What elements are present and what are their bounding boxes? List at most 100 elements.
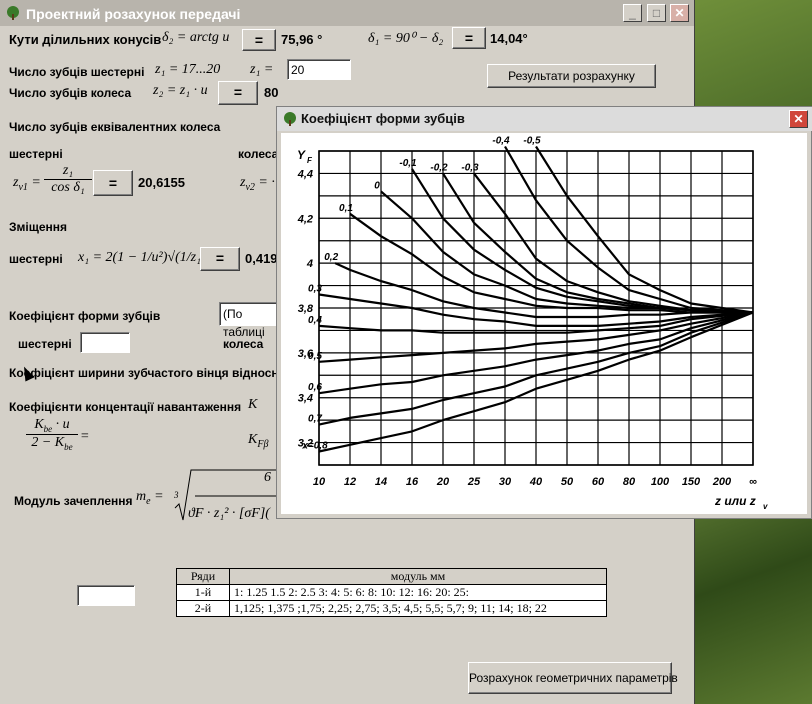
calc-shift-button[interactable]: =	[200, 247, 240, 271]
x-tick-label: 40	[529, 476, 543, 488]
table-header: модуль мм	[229, 568, 607, 585]
minimize-button[interactable]: _	[623, 4, 642, 22]
concentration-label: Коефіцієнти концентації навантаження	[9, 400, 242, 414]
x-tick-label: 150	[682, 476, 701, 488]
calc-wheel-teeth-button[interactable]: =	[218, 81, 258, 105]
series-label: -0,5	[523, 136, 541, 147]
pinion-teeth-label: Число зубців шестерні	[9, 65, 145, 79]
zv1-fraction: z₁ cos δ₁	[44, 163, 92, 196]
form-factor-pinion-input[interactable]	[80, 332, 130, 353]
geometry-button[interactable]: Розрахунок геометричних параметрів	[468, 662, 678, 694]
zv1-value: 20,6155	[138, 175, 185, 190]
x-tick-label: 14	[375, 476, 387, 488]
chart-titlebar: Коефіцієнт форми зубців ✕	[277, 107, 812, 131]
module-table: Ряди модуль мм 1-й 1: 1.25 1.5 2: 2.5 3:…	[176, 568, 607, 617]
x-tick-label: 60	[592, 476, 605, 488]
kfb-symbol: KFβ	[248, 432, 269, 450]
pinion-teeth-eq: z₁ =	[250, 62, 274, 77]
calc-delta2-button[interactable]: =	[242, 29, 276, 51]
x-axis-label-sub: v	[763, 502, 768, 511]
x-tick-label: 20	[436, 476, 450, 488]
pinion-teeth-input[interactable]	[287, 59, 351, 80]
maximize-button[interactable]: □	[647, 4, 666, 22]
x-tick-label: 10	[313, 476, 326, 488]
series-line	[473, 172, 754, 314]
y-tick-label: 3,4	[298, 393, 313, 405]
series-label: 0,6	[308, 382, 322, 393]
form-factor-label: Коефіцієнт форми зубців	[9, 309, 161, 323]
x-tick-label: 80	[623, 476, 636, 488]
module-label: Модуль зачеплення	[14, 494, 133, 508]
delta2-formula: δ₂ = arctg u	[162, 30, 230, 45]
series-label: -0,1	[399, 158, 417, 169]
form-factor-dropdown[interactable]: (По таблиці	[219, 302, 279, 339]
x-tick-label: ∞	[749, 476, 757, 488]
y-tick-label: 4,2	[297, 213, 313, 225]
main-titlebar: Проектний розахунок передачі _ □ ✕	[0, 0, 694, 26]
series-label: -0,2	[430, 162, 448, 173]
x-tick-label: 30	[499, 476, 512, 488]
form-factor-wheel-label: колеса	[223, 337, 264, 351]
zv2-symbol: zv2 = ·	[240, 175, 275, 193]
series-label: -0,3	[461, 162, 479, 173]
series-label: -0,4	[492, 136, 510, 147]
khb-symbol: K	[248, 397, 258, 412]
y-axis-label-sub: F	[307, 156, 313, 165]
y-axis-label: Y	[297, 148, 306, 162]
cones-label: Кути ділильних конусів	[9, 32, 162, 47]
form-factor-chart: 10 12 14 16 20 25 30 40 50 60 80 100 150 200 ∞3,23,43,…	[297, 136, 768, 511]
x-tick-label: 16	[406, 476, 419, 488]
wheel-teeth-value: 80	[264, 85, 279, 100]
module-denominator: ϑF · z₁² · [σF](	[188, 506, 270, 521]
results-button[interactable]: Результати розрахунку	[487, 64, 656, 88]
equivalent-wheel-label: колеса	[238, 147, 279, 161]
width-coef-label: Коефіцієнт ширини зубчастого вінця відно…	[9, 366, 286, 380]
series-label: 0,1	[339, 203, 353, 214]
form-factor-pinion-label: шестерні	[18, 337, 72, 351]
window-title: Проектний розахунок передачі	[26, 6, 241, 22]
series-label: 0,7	[308, 414, 322, 425]
y-tick-label: 3,8	[298, 303, 314, 315]
wheel-teeth-formula: z₂ = z₁ · u	[153, 83, 208, 98]
series-label: 0,2	[324, 252, 338, 263]
table-row: 2-й 1,125; 1,375 ;1,75; 2,25; 2,75; 3,5;…	[176, 600, 607, 617]
series-label: 0,4	[308, 315, 322, 326]
kbe-fraction: Kbe · u 2 − Kbe	[26, 417, 78, 452]
shift-pinion-label: шестерні	[9, 252, 63, 266]
series-label: 0	[374, 180, 380, 191]
delta1-value: 14,04°	[490, 31, 528, 46]
series-label: 0,5	[308, 351, 322, 362]
module-numerator: 6	[264, 470, 271, 485]
x-axis-label: z или z	[714, 494, 756, 508]
chart-window-title: Коефіцієнт форми зубців	[301, 111, 465, 126]
equivalent-pinion-label: шестерні	[9, 147, 63, 161]
x-tick-label: 25	[467, 476, 481, 488]
chart-area: 10 12 14 16 20 25 30 40 50 60 80 100 150 200 ∞ 3,2 3,4 3,…	[281, 133, 807, 514]
app-icon	[284, 112, 296, 126]
wheel-teeth-label: Число зубців колеса	[9, 86, 132, 100]
calc-zv1-button[interactable]: =	[93, 170, 133, 196]
x-tick-label: 200	[712, 476, 732, 488]
x-tick-label: 100	[651, 476, 670, 488]
series-label: x=0,8	[301, 441, 328, 452]
zv1-symbol: zv1 =	[13, 175, 41, 193]
chart-close-button[interactable]: ✕	[789, 110, 808, 128]
kbe-eq: =	[80, 429, 90, 444]
table-header: Ряди	[176, 568, 230, 585]
module-formula-lhs: me =	[136, 489, 164, 507]
shift-value: 0,419	[245, 251, 278, 266]
shift-formula: x₁ = 2(1 − 1/u²)√(1/z₁)	[78, 250, 206, 265]
module-result-input[interactable]	[77, 585, 135, 606]
calc-delta1-button[interactable]: =	[452, 27, 486, 49]
close-button[interactable]: ✕	[670, 4, 689, 22]
delta1-formula: δ₁ = 90⁰ − δ₂	[368, 31, 444, 46]
chart-window[interactable]: Коефіцієнт форми зубців ✕ 10 12 14 16 20 25 30…	[276, 106, 812, 519]
x-tick-label: 12	[344, 476, 356, 488]
y-tick-label: 4,4	[297, 168, 313, 180]
equivalent-label: Число зубців еквівалентних колеса	[9, 120, 221, 134]
x-tick-label: 50	[561, 476, 574, 488]
delta2-value: 75,96 °	[281, 32, 323, 47]
table-row: 1-й 1: 1.25 1.5 2: 2.5 3: 4: 5: 6: 8: 10…	[176, 584, 607, 601]
series-label: 0,3	[308, 284, 322, 295]
series-line	[535, 145, 754, 314]
